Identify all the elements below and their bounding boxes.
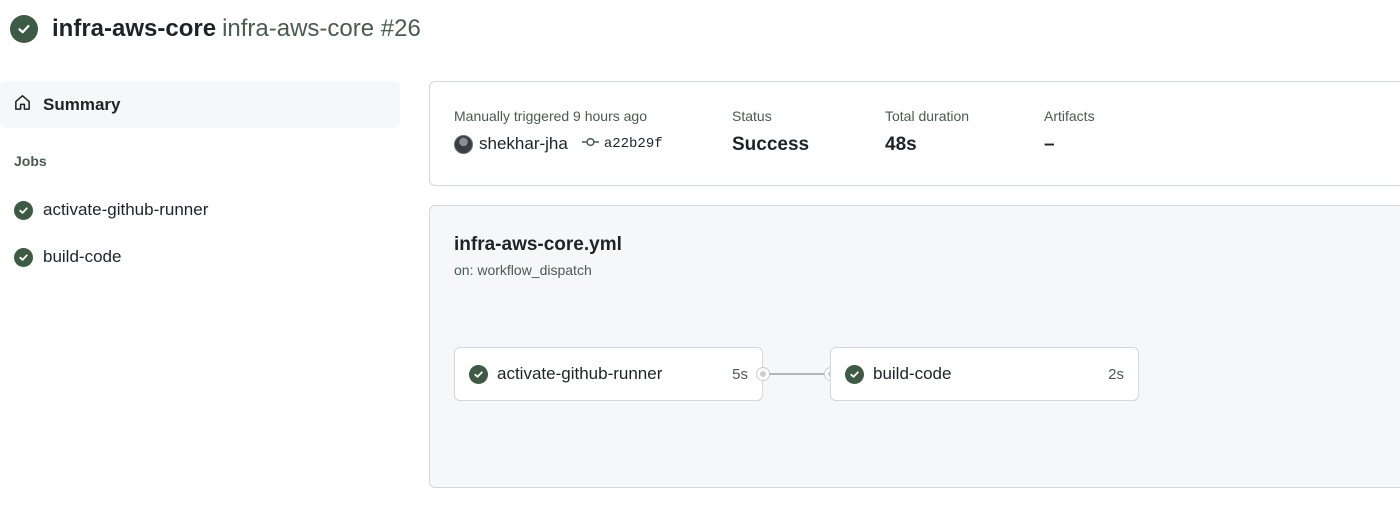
repo-name: infra-aws-core xyxy=(52,15,217,42)
run-header: infra-aws-core infra-aws-core #26 xyxy=(10,14,421,44)
git-commit-icon xyxy=(581,135,599,153)
home-icon xyxy=(13,93,32,117)
duration-label: Total duration xyxy=(885,108,970,124)
check-circle-icon xyxy=(14,200,33,220)
workflow-file-name: infra-aws-core.yml xyxy=(454,234,622,255)
trigger-info: Manually triggered 9 hours ago shekhar-j… xyxy=(454,108,663,154)
trigger-row: shekhar-jha a22b29f xyxy=(454,134,663,154)
status-info: Status Success xyxy=(732,108,809,156)
workflow-graph-card: infra-aws-core.yml on: workflow_dispatch… xyxy=(429,205,1400,488)
avatar[interactable] xyxy=(454,134,473,154)
artifacts-info: Artifacts – xyxy=(1044,108,1095,156)
sidebar-item-label: build-code xyxy=(43,247,122,266)
artifacts-label: Artifacts xyxy=(1044,108,1095,124)
duration-value: 48s xyxy=(885,134,917,155)
sidebar-item-label: Summary xyxy=(43,94,121,114)
job-node-activate-github-runner[interactable]: activate-github-runner 5s xyxy=(454,347,763,401)
status-value: Success xyxy=(732,134,810,155)
job-node-name: activate-github-runner xyxy=(497,364,663,383)
page-title: infra-aws-core infra-aws-core #26 xyxy=(52,15,421,43)
check-circle-icon xyxy=(10,15,38,43)
user-link[interactable]: shekhar-jha xyxy=(479,134,568,154)
check-circle-icon xyxy=(845,364,864,384)
job-node-name: build-code xyxy=(873,364,952,383)
sidebar-item-activate-github-runner[interactable]: activate-github-runner xyxy=(14,198,208,222)
status-label: Status xyxy=(732,108,772,124)
run-summary-card: Manually triggered 9 hours ago shekhar-j… xyxy=(429,81,1400,186)
check-circle-icon xyxy=(469,364,488,384)
trigger-label: Manually triggered 9 hours ago xyxy=(454,108,648,124)
commit-link[interactable]: a22b29f xyxy=(581,135,663,153)
sidebar-item-build-code[interactable]: build-code xyxy=(14,245,121,269)
sidebar-item-summary[interactable]: Summary xyxy=(0,81,400,128)
commit-sha: a22b29f xyxy=(603,136,663,152)
sidebar-item-label: activate-github-runner xyxy=(43,200,209,219)
run-title: infra-aws-core #26 xyxy=(222,15,421,42)
job-node-duration: 5s xyxy=(732,365,748,383)
jobs-heading: Jobs xyxy=(14,153,47,169)
connector-line xyxy=(769,373,831,375)
check-circle-icon xyxy=(14,247,33,267)
artifacts-value: – xyxy=(1044,134,1055,155)
duration-info: Total duration 48s xyxy=(885,108,969,156)
job-node-duration: 2s xyxy=(1108,365,1124,383)
workflow-trigger: on: workflow_dispatch xyxy=(454,262,592,278)
connector-dot xyxy=(757,368,769,380)
job-node-build-code[interactable]: build-code 2s xyxy=(830,347,1139,401)
